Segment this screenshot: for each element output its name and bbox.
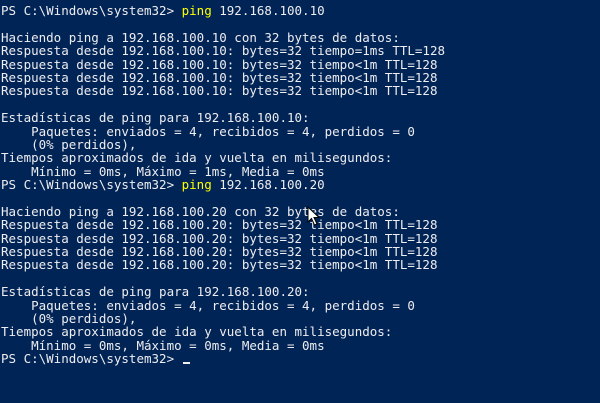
active-prompt-line[interactable]: PS C:\Windows\system32>	[1, 352, 600, 365]
times-values: Mínimo = 0ms, Máximo = 0ms, Media = 0ms	[1, 337, 325, 353]
times-values: Mínimo = 0ms, Máximo = 1ms, Media = 0ms	[1, 163, 325, 179]
reply-line: Respuesta desde 192.168.100.10: bytes=32…	[1, 83, 438, 99]
command-args: 192.168.100.20	[211, 177, 325, 193]
command-name: ping	[181, 177, 212, 193]
prompt-text: PS C:\Windows\system32>	[1, 3, 182, 18]
reply-line: Respuesta desde 192.168.100.10: bytes=32…	[1, 69, 438, 85]
powershell-console[interactable]: PS C:\Windows\system32> ping 192.168.100…	[0, 0, 600, 403]
reply-line: Respuesta desde 192.168.100.20: bytes=32…	[1, 244, 438, 260]
mouse-pointer-icon	[307, 206, 321, 226]
ping-header: Haciendo ping a 192.168.100.20 con 32 by…	[1, 203, 400, 219]
stats-title: Estadísticas de ping para 192.168.100.10…	[1, 110, 310, 126]
ping-header: Haciendo ping a 192.168.100.10 con 32 by…	[1, 29, 400, 45]
prompt-text: PS C:\Windows\system32>	[1, 177, 182, 193]
prompt-line: PS C:\Windows\system32> ping 192.168.100…	[1, 4, 600, 17]
reply-line: Respuesta desde 192.168.100.20: bytes=32…	[1, 230, 438, 246]
stats-packets: Paquetes: enviados = 4, recibidos = 4, p…	[1, 123, 415, 139]
command-name: ping	[181, 3, 212, 18]
stats-lost-percent: (0% perdidos),	[1, 310, 137, 326]
times-title: Tiempos aproximados de ida y vuelta en m…	[1, 150, 393, 166]
reply-line: Respuesta desde 192.168.100.20: bytes=32…	[1, 257, 438, 273]
reply-line: Respuesta desde 192.168.100.10: bytes=32…	[1, 56, 438, 72]
reply-line: Respuesta desde 192.168.100.20: bytes=32…	[1, 217, 438, 233]
prompt-text: PS C:\Windows\system32>	[1, 351, 182, 367]
command-args: 192.168.100.10	[211, 3, 325, 18]
text-cursor	[182, 362, 190, 365]
prompt-line: PS C:\Windows\system32> ping 192.168.100…	[1, 178, 600, 191]
stats-lost-percent: (0% perdidos),	[1, 136, 137, 152]
stats-packets: Paquetes: enviados = 4, recibidos = 4, p…	[1, 297, 415, 313]
stats-title: Estadísticas de ping para 192.168.100.20…	[1, 284, 310, 300]
reply-line: Respuesta desde 192.168.100.10: bytes=32…	[1, 43, 446, 59]
times-title: Tiempos aproximados de ida y vuelta en m…	[1, 324, 393, 340]
